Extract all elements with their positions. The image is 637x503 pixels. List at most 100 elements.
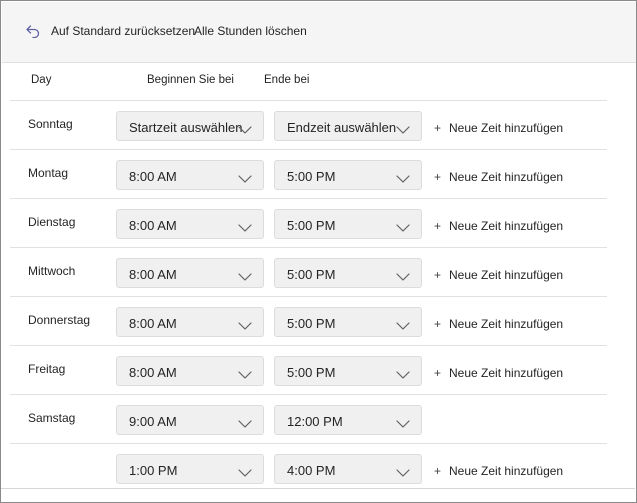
day-label: Mittwoch xyxy=(28,264,76,278)
chevron-down-icon xyxy=(238,322,252,330)
plus-icon: + xyxy=(434,366,442,380)
reset-to-default-button[interactable]: Auf Standard zurücksetzen xyxy=(25,24,195,38)
row-divider xyxy=(10,100,607,101)
start-time-select[interactable]: 9:00 AM xyxy=(116,405,264,435)
chevron-down-icon xyxy=(238,318,252,333)
chevron-down-icon xyxy=(238,220,252,235)
start-time-select[interactable]: 8:00 AM xyxy=(116,160,264,190)
chevron-down-icon xyxy=(396,416,410,431)
chevron-down-icon xyxy=(238,175,252,183)
end-time-select[interactable]: 4:00 PM xyxy=(274,454,422,484)
end-time-select-value: 4:00 PM xyxy=(287,463,336,478)
chevron-down-icon xyxy=(396,220,410,235)
start-time-select-value: 8:00 AM xyxy=(129,169,177,184)
start-time-select-value: 8:00 AM xyxy=(129,365,177,380)
chevron-down-icon xyxy=(238,465,252,480)
chevron-down-icon xyxy=(238,469,252,477)
day-label: Donnerstag xyxy=(28,313,91,327)
chevron-down-icon xyxy=(238,416,252,431)
start-time-select[interactable]: 8:00 AM xyxy=(116,209,264,239)
day-label: Montag xyxy=(28,166,69,180)
row-divider xyxy=(10,345,607,346)
end-time-select[interactable]: 5:00 PM xyxy=(274,258,422,288)
chevron-down-icon xyxy=(396,322,410,330)
chevron-down-icon xyxy=(238,420,252,428)
chevron-down-icon xyxy=(396,171,410,186)
add-time-label: Neue Zeit hinzufügen xyxy=(449,317,564,331)
add-time-button[interactable]: + Neue Zeit hinzufügen xyxy=(434,170,563,184)
clear-label: Alle Stunden löschen xyxy=(194,24,307,38)
start-time-select[interactable]: 8:00 AM xyxy=(116,356,264,386)
chevron-down-icon xyxy=(396,318,410,333)
chevron-down-icon xyxy=(238,269,252,284)
add-time-button[interactable]: + Neue Zeit hinzufügen xyxy=(434,317,563,331)
chevron-down-icon xyxy=(238,273,252,281)
plus-icon: + xyxy=(434,317,442,331)
bottom-divider xyxy=(1,488,635,489)
chevron-down-icon xyxy=(238,122,252,137)
start-time-select-value: 8:00 AM xyxy=(129,316,177,331)
column-header-start: Beginnen Sie bei xyxy=(147,74,234,86)
add-time-button[interactable]: + Neue Zeit hinzufügen xyxy=(434,464,563,478)
column-header-end: Ende bei xyxy=(264,74,310,86)
end-time-select[interactable]: 5:00 PM xyxy=(274,307,422,337)
end-time-select[interactable]: 12:00 PM xyxy=(274,405,422,435)
row-divider xyxy=(10,247,607,248)
clear-all-hours-button[interactable]: Alle Stunden löschen xyxy=(194,24,307,38)
day-label: Sonntag xyxy=(28,117,73,131)
add-time-label: Neue Zeit hinzufügen xyxy=(449,121,564,135)
add-time-button[interactable]: + Neue Zeit hinzufügen xyxy=(434,121,563,135)
end-time-select-value: 5:00 PM xyxy=(287,169,336,184)
end-time-select[interactable]: Endzeit auswählen xyxy=(274,111,422,141)
add-time-button[interactable]: + Neue Zeit hinzufügen xyxy=(434,366,563,380)
start-time-select[interactable]: Startzeit auswählen xyxy=(116,111,264,141)
row-divider xyxy=(10,198,607,199)
start-time-select-value: Startzeit auswählen xyxy=(129,120,243,135)
chevron-down-icon xyxy=(238,371,252,379)
undo-icon xyxy=(26,25,40,38)
column-header-day: Day xyxy=(31,74,52,86)
day-label: Dienstag xyxy=(28,215,76,229)
end-time-select-value: Endzeit auswählen xyxy=(287,120,397,135)
add-time-label: Neue Zeit hinzufügen xyxy=(449,464,564,478)
start-time-select-value: 1:00 PM xyxy=(129,463,178,478)
day-label: Freitag xyxy=(28,362,66,376)
chevron-down-icon xyxy=(396,224,410,232)
end-time-select[interactable]: 5:00 PM xyxy=(274,356,422,386)
plus-icon: + xyxy=(434,121,442,135)
chevron-down-icon xyxy=(396,175,410,183)
end-time-select-value: 5:00 PM xyxy=(287,218,336,233)
chevron-down-icon xyxy=(396,420,410,428)
chevron-down-icon xyxy=(396,273,410,281)
end-time-select[interactable]: 5:00 PM xyxy=(274,209,422,239)
start-time-select-value: 9:00 AM xyxy=(129,414,177,429)
start-time-select[interactable]: 8:00 AM xyxy=(116,258,264,288)
plus-icon: + xyxy=(434,219,442,233)
add-time-label: Neue Zeit hinzufügen xyxy=(449,366,564,380)
start-time-select[interactable]: 1:00 PM xyxy=(116,454,264,484)
chevron-down-icon xyxy=(396,122,410,137)
row-divider xyxy=(10,296,607,297)
add-time-button[interactable]: + Neue Zeit hinzufügen xyxy=(434,268,563,282)
add-time-button[interactable]: + Neue Zeit hinzufügen xyxy=(434,219,563,233)
plus-icon: + xyxy=(434,170,442,184)
end-time-select[interactable]: 5:00 PM xyxy=(274,160,422,190)
plus-icon: + xyxy=(434,268,442,282)
end-time-select-value: 5:00 PM xyxy=(287,267,336,282)
end-time-select-value: 5:00 PM xyxy=(287,365,336,380)
chevron-down-icon xyxy=(238,126,252,134)
day-label: Samstag xyxy=(28,411,76,425)
start-time-select-value: 8:00 AM xyxy=(129,267,177,282)
add-time-label: Neue Zeit hinzufügen xyxy=(449,219,564,233)
chevron-down-icon xyxy=(396,469,410,477)
start-time-select[interactable]: 8:00 AM xyxy=(116,307,264,337)
chevron-down-icon xyxy=(396,126,410,134)
toolbar: Auf Standard zurücksetzen Alle Stunden l… xyxy=(2,2,636,63)
row-divider xyxy=(10,149,607,150)
row-divider xyxy=(10,443,607,444)
plus-icon: + xyxy=(434,464,442,478)
chevron-down-icon xyxy=(396,371,410,379)
chevron-down-icon xyxy=(238,171,252,186)
end-time-select-value: 5:00 PM xyxy=(287,316,336,331)
add-time-label: Neue Zeit hinzufügen xyxy=(449,268,564,282)
